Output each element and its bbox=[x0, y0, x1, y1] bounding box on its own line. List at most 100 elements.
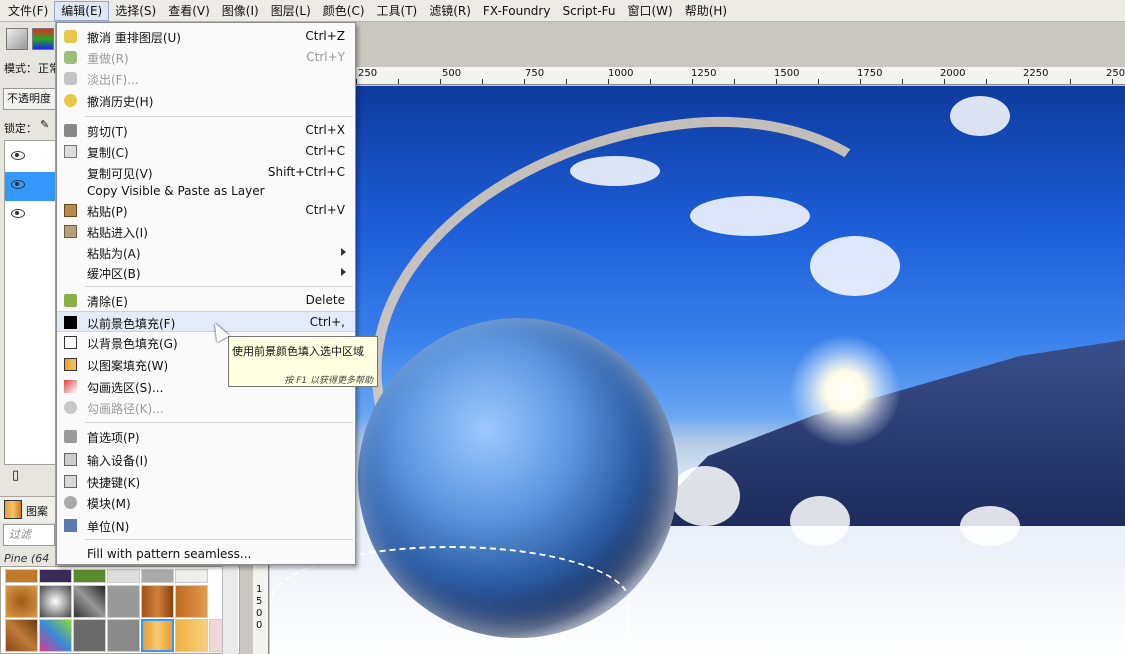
pattern-rock[interactable] bbox=[107, 585, 140, 618]
menu-item-fade[interactable]: 淡出(F)... bbox=[57, 68, 355, 89]
submenu-arrow-icon bbox=[341, 268, 346, 276]
mode-label: 模式： bbox=[4, 62, 37, 75]
pattern-light[interactable] bbox=[107, 569, 140, 583]
top-ruler: 250 500 750 1000 1250 1500 1750 2000 225… bbox=[356, 67, 1125, 85]
menu-item-label: 粘贴为(A) bbox=[87, 247, 141, 261]
menu-item-accel: Ctrl+, bbox=[309, 315, 345, 329]
pattern-rainbow[interactable] bbox=[39, 619, 72, 652]
menu-item-accel: Ctrl+V bbox=[305, 203, 345, 217]
menu-item-label: 单位(N) bbox=[87, 520, 130, 534]
menu-view[interactable]: 查看(V) bbox=[162, 1, 216, 21]
stroke-path-icon bbox=[64, 401, 77, 414]
preferences-icon bbox=[64, 430, 77, 443]
layer-list bbox=[4, 140, 55, 465]
menu-item-copy-visible-paste-layer[interactable]: Copy Visible & Paste as Layer bbox=[57, 181, 355, 202]
menu-item-label: 粘贴(P) bbox=[87, 205, 128, 219]
menu-item-keyboard-shortcuts[interactable]: 快捷键(K) bbox=[57, 471, 355, 492]
pattern-leopard-2[interactable] bbox=[5, 585, 38, 618]
menu-item-buffer[interactable]: 缓冲区(B) bbox=[57, 262, 355, 283]
menu-fx-foundry[interactable]: FX-Foundry bbox=[477, 1, 557, 21]
visibility-eye-icon[interactable] bbox=[11, 180, 25, 189]
menu-edit[interactable]: 编辑(E) bbox=[54, 0, 110, 21]
cut-icon bbox=[64, 124, 77, 137]
edit-menu-dropdown: 撤消 重排图层(U) Ctrl+Z 重做(R) Ctrl+Y 淡出(F)... … bbox=[56, 22, 356, 565]
pattern-filter-input[interactable]: 过滤 bbox=[3, 524, 55, 546]
pattern-wood-2[interactable] bbox=[175, 585, 208, 618]
pattern-granite[interactable] bbox=[73, 619, 106, 652]
visibility-eye-icon[interactable] bbox=[11, 151, 25, 160]
menu-item-redo[interactable]: 重做(R) Ctrl+Y bbox=[57, 47, 355, 68]
menu-item-paste-as[interactable]: 粘贴为(A) bbox=[57, 242, 355, 263]
menu-item-paste[interactable]: 粘贴(P) Ctrl+V bbox=[57, 200, 355, 221]
pattern-pink-marble[interactable] bbox=[209, 619, 223, 652]
menu-item-stroke-path[interactable]: 勾画路径(K)... bbox=[57, 397, 355, 418]
menu-item-copy-visible[interactable]: 复制可见(V) Shift+Ctrl+C bbox=[57, 162, 355, 183]
bg-fill-icon bbox=[64, 336, 77, 349]
menu-select[interactable]: 选择(S) bbox=[109, 1, 162, 21]
menu-item-clear[interactable]: 清除(E) Delete bbox=[57, 290, 355, 311]
menu-layer[interactable]: 图层(L) bbox=[265, 1, 317, 21]
menu-filters[interactable]: 滤镜(R) bbox=[423, 1, 477, 21]
pattern-gray-blur[interactable] bbox=[39, 585, 72, 618]
palette-tool-icon[interactable] bbox=[32, 28, 54, 50]
ruler-label: 750 bbox=[525, 68, 545, 79]
layer-row-selected[interactable] bbox=[5, 172, 55, 201]
menu-windows[interactable]: 窗口(W) bbox=[621, 1, 678, 21]
patterns-tab[interactable]: 图案 bbox=[0, 496, 55, 522]
pattern-parquet[interactable] bbox=[5, 619, 38, 652]
menu-item-undo-history[interactable]: 撤消历史(H) bbox=[57, 90, 355, 111]
undo-icon bbox=[64, 30, 77, 43]
ruler-label: 1 bbox=[256, 584, 263, 595]
fg-fill-icon bbox=[64, 316, 77, 329]
menu-image[interactable]: 图像(I) bbox=[216, 1, 265, 21]
opacity-field[interactable]: 不透明度 bbox=[3, 88, 55, 110]
pattern-scrollbar[interactable] bbox=[222, 566, 238, 654]
pattern-pine[interactable] bbox=[141, 619, 174, 652]
pattern-purple[interactable] bbox=[39, 569, 72, 583]
menu-item-units[interactable]: 单位(N) bbox=[57, 515, 355, 536]
menu-item-copy[interactable]: 复制(C) Ctrl+C bbox=[57, 141, 355, 162]
menu-item-label: 淡出(F)... bbox=[87, 73, 139, 87]
ruler-label: 500 bbox=[442, 68, 462, 79]
paste-into-icon bbox=[64, 225, 77, 238]
image-canvas[interactable] bbox=[270, 86, 1125, 654]
menu-item-preferences[interactable]: 首选项(P) bbox=[57, 426, 355, 447]
menu-colors[interactable]: 颜色(C) bbox=[317, 1, 371, 21]
pattern-green[interactable] bbox=[73, 569, 106, 583]
menu-help[interactable]: 帮助(H) bbox=[679, 1, 733, 21]
pattern-leopard[interactable] bbox=[5, 569, 38, 583]
menu-script-fu[interactable]: Script-Fu bbox=[556, 1, 621, 21]
ruler-label: 5 bbox=[256, 596, 263, 607]
brush-lock-icon[interactable]: ✎ bbox=[40, 118, 49, 131]
menu-item-label: 首选项(P) bbox=[87, 431, 140, 445]
menu-item-label: 剪切(T) bbox=[87, 125, 128, 139]
menu-item-label: 重做(R) bbox=[87, 52, 129, 66]
menu-item-modules[interactable]: 模块(M) bbox=[57, 492, 355, 513]
pattern-stone[interactable] bbox=[141, 569, 174, 583]
ruler-label: 250 bbox=[1106, 68, 1125, 79]
menu-item-undo[interactable]: 撤消 重排图层(U) Ctrl+Z bbox=[57, 26, 355, 47]
new-layer-icon[interactable]: ▯ bbox=[12, 468, 19, 483]
mode-value[interactable]: 正常 bbox=[38, 60, 55, 76]
menu-tools[interactable]: 工具(T) bbox=[371, 1, 424, 21]
pattern-camo[interactable] bbox=[73, 585, 106, 618]
menu-item-paste-into[interactable]: 粘贴进入(I) bbox=[57, 221, 355, 242]
visibility-eye-icon[interactable] bbox=[11, 209, 25, 218]
menu-item-fill-pattern-seamless[interactable]: Fill with pattern seamless... bbox=[57, 544, 355, 565]
layer-row[interactable] bbox=[5, 201, 55, 230]
menu-item-fill-fg[interactable]: 以前景色填充(F) Ctrl+, bbox=[57, 311, 355, 332]
menu-item-label: 撤消 重排图层(U) bbox=[87, 31, 181, 45]
layer-row[interactable] bbox=[5, 143, 55, 172]
pattern-pine-2[interactable] bbox=[175, 619, 208, 652]
menu-item-cut[interactable]: 剪切(T) Ctrl+X bbox=[57, 120, 355, 141]
menu-item-accel: Shift+Ctrl+C bbox=[267, 165, 345, 179]
menu-item-label: 复制可见(V) bbox=[87, 167, 153, 181]
menu-item-input-devices[interactable]: 输入设备(I) bbox=[57, 449, 355, 470]
menu-file[interactable]: 文件(F) bbox=[2, 1, 54, 21]
ruler-label: 1500 bbox=[774, 68, 800, 79]
pattern-wood[interactable] bbox=[141, 585, 174, 618]
pattern-slate[interactable] bbox=[107, 619, 140, 652]
menu-item-label: 粘贴进入(I) bbox=[87, 226, 148, 240]
pattern-marble[interactable] bbox=[175, 569, 208, 583]
eraser-tool-icon[interactable] bbox=[6, 28, 28, 50]
